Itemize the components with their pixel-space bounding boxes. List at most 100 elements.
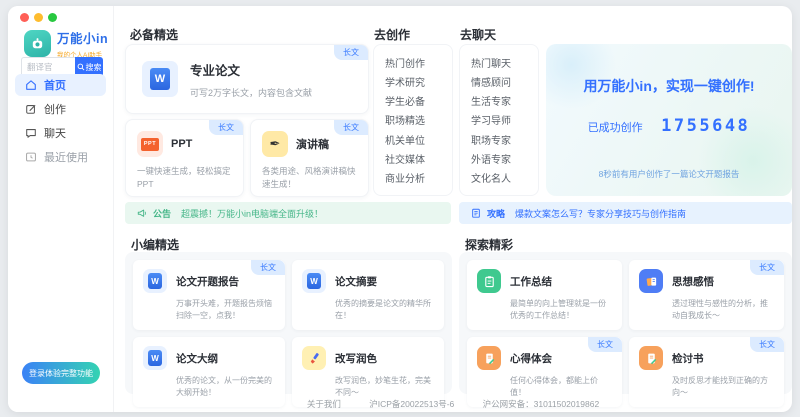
zoom-button[interactable]	[48, 13, 57, 22]
login-button[interactable]: 登录体验完整功能	[22, 362, 100, 384]
minimize-button[interactable]	[34, 13, 43, 22]
card-title: 论文开题报告	[176, 274, 239, 289]
app-logo: 万能小in 我的个人AI助手	[24, 28, 108, 59]
home-icon	[25, 79, 37, 91]
window-controls	[20, 13, 57, 22]
card-speech[interactable]: 长文 ✒ 演讲稿 各类用途、风格演讲稿快速生成！	[250, 119, 369, 197]
card-title: 论文大纲	[176, 351, 218, 366]
word-document-icon: W	[302, 269, 326, 293]
card-paper-abstract[interactable]: W 论文摘要 优秀的摘要是论文的精华所在！	[292, 260, 444, 330]
chat-list: 热门聊天 情感顾问 生活专家 学习导师 职场专家 外语专家 文化名人	[459, 44, 539, 196]
card-self-review[interactable]: 长文 检讨书 及时反思才能找到正确的方向～	[629, 337, 784, 407]
chat-item[interactable]: 情感顾问	[460, 74, 538, 89]
footer-icp-link[interactable]: 沪ICP备20022513号-6	[369, 399, 454, 409]
announcement-text: 超震撼！万能小in电脑端全面升级！	[181, 207, 323, 220]
sidebar-item-home[interactable]: 首页	[15, 74, 106, 96]
guide-text: 爆款文案怎么写？专家分享技巧与创作指南	[515, 207, 686, 220]
chat-item[interactable]: 学习导师	[460, 112, 538, 127]
long-text-badge: 长文	[334, 45, 368, 60]
chat-item[interactable]: 热门聊天	[460, 55, 538, 70]
long-text-badge: 长文	[750, 337, 784, 352]
footer-about-link[interactable]: 关于我们	[307, 399, 341, 409]
sidebar-item-chat[interactable]: 聊天	[15, 122, 106, 144]
chat-item[interactable]: 外语专家	[460, 151, 538, 166]
long-text-badge: 长文	[750, 260, 784, 275]
card-title: 思想感悟	[672, 274, 714, 289]
card-desc: 可写2万字长文，内容包含文献	[190, 86, 312, 99]
promo-headline: 用万能小in，实现一键创作!	[546, 76, 792, 96]
sidebar: 万能小in 我的个人AI助手 搜索 首页 创作 聊天	[8, 6, 114, 412]
card-desc: 透过理性与感性的分析，推动自我成长～	[672, 298, 774, 321]
chat-item[interactable]: 职场专家	[460, 132, 538, 147]
create-item[interactable]: 学术研究	[374, 74, 452, 89]
card-desc: 及时反思才能找到正确的方向～	[672, 375, 774, 398]
long-text-badge: 长文	[334, 120, 368, 135]
announcement-bar[interactable]: 公告 超震撼！万能小in电脑端全面升级！	[125, 202, 451, 224]
card-title: 检讨书	[672, 351, 704, 366]
ppt-icon: PPT	[137, 131, 163, 157]
card-desc: 改写润色，妙笔生花，完美不同～	[335, 375, 434, 398]
card-desc: 任何心得体会，都能上价值！	[510, 375, 612, 398]
edit-pencil-icon	[25, 103, 37, 115]
stat-value: 1755648	[661, 116, 750, 136]
announcement-tag: 公告	[153, 207, 171, 220]
scroll-icon	[477, 346, 501, 370]
card-title: 改写润色	[335, 351, 377, 366]
word-document-icon: W	[143, 346, 167, 370]
close-button[interactable]	[20, 13, 29, 22]
card-desc: 优秀的摘要是论文的精华所在！	[335, 298, 434, 321]
create-item[interactable]: 热门创作	[374, 55, 452, 70]
logo-icon	[24, 30, 51, 57]
card-title: PPT	[171, 138, 192, 150]
chat-bubble-icon	[25, 127, 37, 139]
card-title: 心得体会	[510, 351, 552, 366]
create-item[interactable]: 社交媒体	[374, 151, 452, 166]
promo-stat: 已成功创作 1755648	[546, 116, 792, 136]
card-desc: 一键快速生成，轻松搞定PPT	[137, 165, 232, 191]
footer: 关于我们 沪ICP备20022513号-6 沪公网安备：310115020198…	[114, 398, 792, 410]
card-title: 论文摘要	[335, 274, 377, 289]
stat-label: 已成功创作	[588, 122, 643, 134]
sidebar-item-recent[interactable]: 最近使用	[15, 146, 106, 168]
brush-icon	[302, 346, 326, 370]
card-ppt[interactable]: 长文 PPT PPT 一键快速生成，轻松搞定PPT	[125, 119, 244, 197]
book-icon	[639, 269, 663, 293]
section-title-explore: 探索精彩	[465, 236, 513, 253]
card-title: 工作总结	[510, 274, 552, 289]
create-item[interactable]: 商业分析	[374, 170, 452, 185]
guide-bar[interactable]: 攻略 爆款文案怎么写？专家分享技巧与创作指南	[459, 202, 792, 224]
promo-ticker: 8秒前有用户创作了一篇论文开题报告	[546, 168, 792, 180]
create-item[interactable]: 学生必备	[374, 93, 452, 108]
app-window: 万能小in 我的个人AI助手 搜索 首页 创作 聊天	[8, 6, 792, 412]
app-name: 万能小in	[57, 28, 108, 47]
section-title-editors-picks: 小编精选	[131, 236, 179, 253]
megaphone-icon	[137, 208, 147, 218]
card-thesis-proposal[interactable]: 长文 W 论文开题报告 万事开头难，开题报告烦恼扫除一空，点我！	[133, 260, 285, 330]
chat-item[interactable]: 文化名人	[460, 170, 538, 185]
card-work-summary[interactable]: 工作总结 最简单的向上管理就是一份优秀的工作总结！	[467, 260, 622, 330]
card-professional-paper[interactable]: 长文 W 专业论文 可写2万字长文，内容包含文献	[125, 44, 369, 114]
chat-item[interactable]: 生活专家	[460, 93, 538, 108]
card-desc: 万事开头难，开题报告烦恼扫除一空，点我！	[176, 298, 275, 321]
guide-tag: 攻略	[487, 207, 505, 220]
editors-picks-section: 长文 W 论文开题报告 万事开头难，开题报告烦恼扫除一空，点我！ W 论文摘要 …	[125, 252, 452, 394]
card-desc: 各类用途、风格演讲稿快速生成！	[262, 165, 357, 191]
footer-police-link[interactable]: 沪公网安备：31011502019862	[483, 399, 600, 409]
sidebar-item-create[interactable]: 创作	[15, 98, 106, 120]
sidebar-menu: 首页 创作 聊天 最近使用	[15, 74, 106, 168]
card-paper-outline[interactable]: W 论文大纲 优秀的论文，从一份完美的大纲开始！	[133, 337, 285, 407]
create-item[interactable]: 机关单位	[374, 132, 452, 147]
explore-section: 工作总结 最简单的向上管理就是一份优秀的工作总结！ 长文 思想感悟 透过理性与感…	[459, 252, 792, 394]
card-reflections[interactable]: 长文 心得体会 任何心得体会，都能上价值！	[467, 337, 622, 407]
promo-panel: 用万能小in，实现一键创作! 已成功创作 1755648 8秒前有用户创作了一篇…	[546, 44, 792, 196]
create-item[interactable]: 职场精选	[374, 112, 452, 127]
clipboard-icon	[477, 269, 501, 293]
card-title: 演讲稿	[296, 136, 329, 152]
card-thought-insights[interactable]: 长文 思想感悟 透过理性与感性的分析，推动自我成长～	[629, 260, 784, 330]
word-document-icon: W	[143, 269, 167, 293]
card-rewrite-polish[interactable]: 改写润色 改写润色，妙笔生花，完美不同～	[292, 337, 444, 407]
long-text-badge: 长文	[251, 260, 285, 275]
scroll-icon	[639, 346, 663, 370]
section-title-chat: 去聊天	[460, 26, 496, 43]
search-icon	[77, 63, 85, 71]
